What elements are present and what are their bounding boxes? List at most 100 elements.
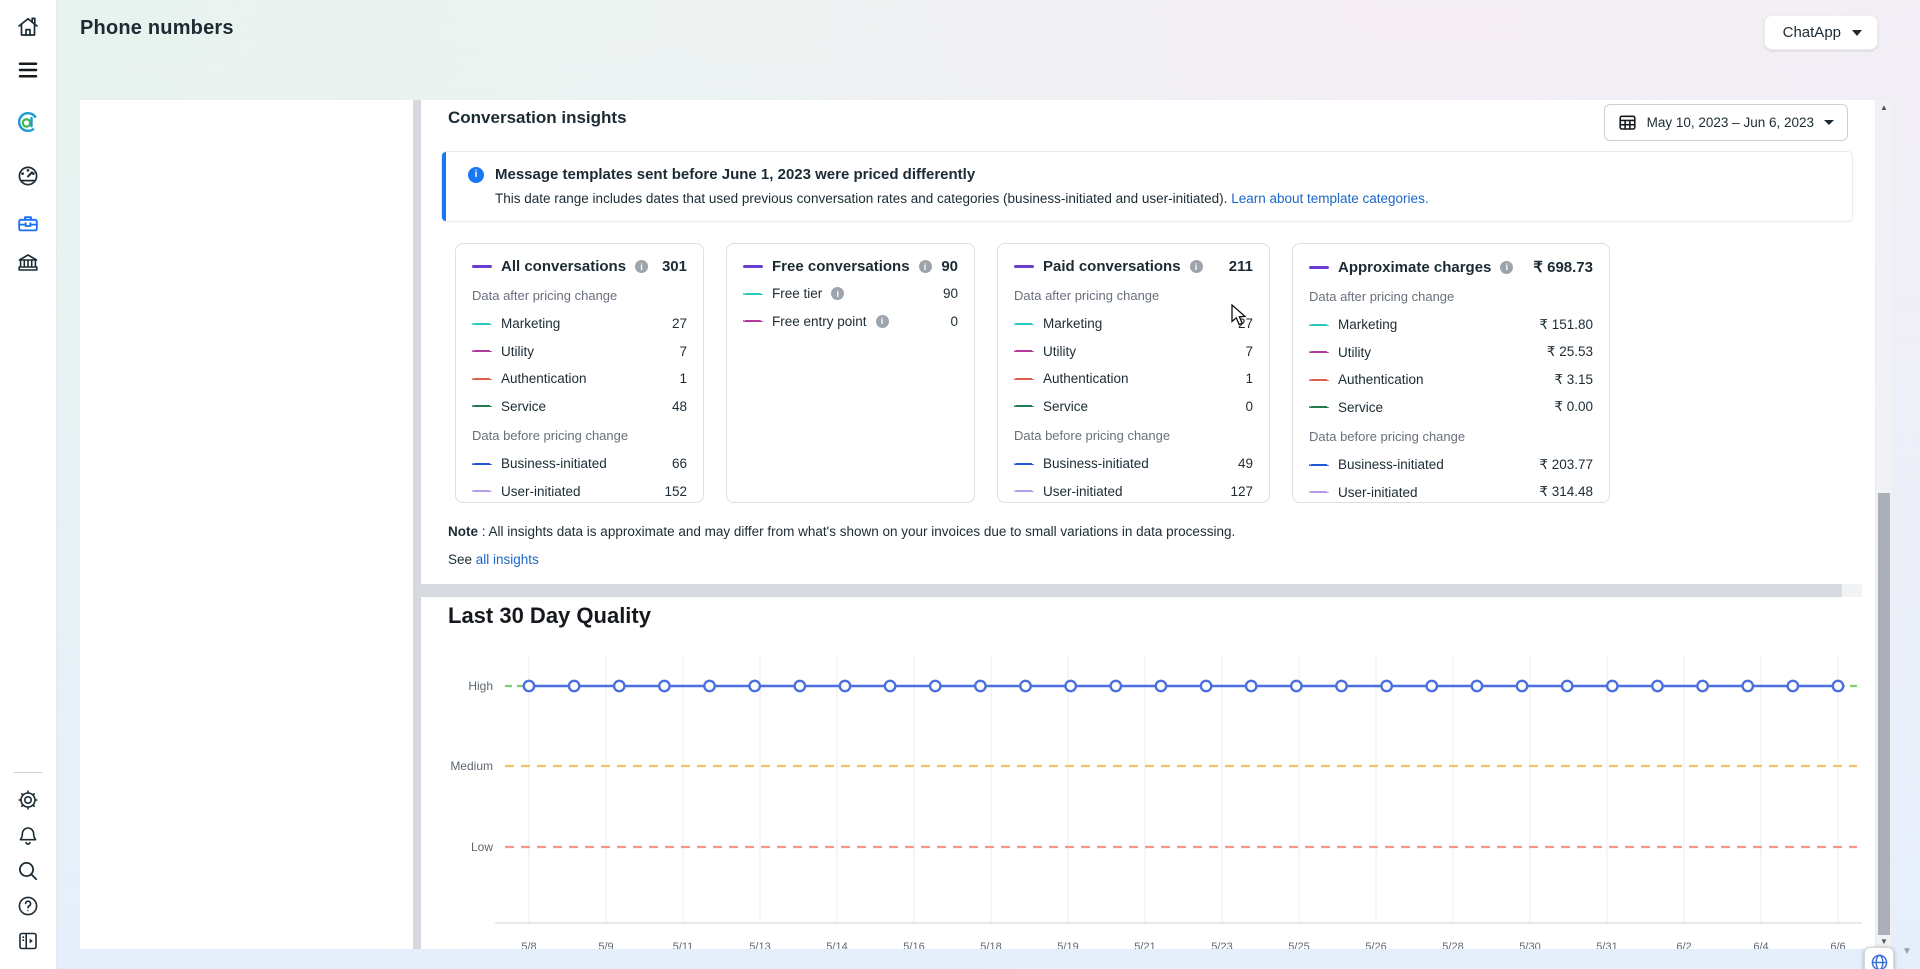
metric-value: 48 [672, 399, 687, 414]
search-icon[interactable] [16, 859, 40, 883]
metric-label: Business-initiated [1043, 456, 1149, 471]
y-axis-category-label: Low [471, 840, 493, 854]
data-point-marker[interactable] [795, 681, 805, 691]
page-vertical-scrollbar[interactable]: ▲ ▼ [1877, 100, 1891, 949]
data-point-marker[interactable] [1111, 681, 1121, 691]
dashed-line-swatch [743, 320, 763, 322]
banner-body-text: This date range includes dates that used… [495, 191, 1227, 206]
toolbox-icon[interactable] [16, 212, 40, 236]
bank-icon[interactable] [16, 251, 40, 275]
chevron-down-icon [1824, 120, 1834, 125]
data-point-marker[interactable] [1652, 681, 1662, 691]
data-point-marker[interactable] [975, 681, 985, 691]
notifications-bell-icon[interactable] [16, 824, 40, 848]
settings-gear-icon[interactable] [16, 788, 40, 812]
data-point-marker[interactable] [840, 681, 850, 691]
menu-icon[interactable] [16, 58, 40, 82]
card-metric-row: Utility 7 [472, 342, 687, 360]
card-metric-row: Business-initiated66 [472, 455, 687, 473]
data-point-marker[interactable] [1381, 681, 1391, 691]
home-icon[interactable] [16, 15, 40, 39]
data-point-marker[interactable] [1607, 681, 1617, 691]
scroll-down-arrow-icon[interactable]: ▼ [1877, 937, 1891, 946]
data-point-marker[interactable] [614, 681, 624, 691]
data-point-marker[interactable] [1201, 681, 1211, 691]
globe-icon [1870, 953, 1889, 969]
app-logo-icon[interactable] [16, 110, 40, 134]
data-point-marker[interactable] [1427, 681, 1437, 691]
template-categories-link[interactable]: Learn about template categories. [1231, 191, 1428, 206]
info-icon[interactable]: i [876, 315, 889, 328]
data-point-marker[interactable] [1291, 681, 1301, 691]
card-section-label: Data before pricing change [472, 428, 687, 445]
data-point-marker[interactable] [1562, 681, 1572, 691]
data-point-marker[interactable] [1156, 681, 1166, 691]
x-axis-tick-label: 5/30 [1519, 941, 1540, 949]
metric-label: Business-initiated [501, 456, 607, 471]
info-icon[interactable]: i [635, 260, 648, 273]
dashed-line-swatch [1014, 323, 1034, 325]
metric-value: 7 [1245, 344, 1253, 359]
help-icon[interactable] [16, 894, 40, 918]
data-point-marker[interactable] [1833, 681, 1843, 691]
info-icon[interactable]: i [919, 260, 932, 273]
metric-value: ₹ 25.53 [1547, 344, 1593, 360]
card-metric-row: Business-initiated49 [1014, 455, 1253, 473]
info-icon[interactable]: i [1190, 260, 1203, 273]
horizontal-scrollbar[interactable] [421, 584, 1862, 597]
dashed-line-swatch [472, 323, 492, 325]
x-axis-tick-label: 5/11 [673, 941, 694, 949]
scroll-up-arrow-icon[interactable]: ▲ [1877, 103, 1891, 112]
insight-card-title: Paid conversations [1043, 258, 1181, 275]
data-point-marker[interactable] [524, 681, 534, 691]
data-point-marker[interactable] [1065, 681, 1075, 691]
page-title: Phone numbers [80, 17, 234, 40]
info-icon[interactable]: i [1500, 261, 1513, 274]
metric-value: 7 [679, 344, 687, 359]
card-metric-row: User-initiated152 [472, 482, 687, 500]
metric-value: 90 [943, 286, 958, 301]
data-point-marker[interactable] [1743, 681, 1753, 691]
metric-label: Business-initiated [1338, 457, 1444, 472]
meter-icon[interactable] [16, 164, 40, 188]
data-point-marker[interactable] [1020, 681, 1030, 691]
pane-vertical-scrollbar[interactable] [413, 100, 421, 949]
data-point-marker[interactable] [569, 681, 579, 691]
globe-button[interactable] [1864, 947, 1894, 969]
data-point-marker[interactable] [749, 681, 759, 691]
x-axis-tick-label: 5/19 [1057, 941, 1078, 949]
x-axis-tick-label: 5/31 [1596, 941, 1617, 949]
dashed-line-swatch [1309, 324, 1329, 326]
metric-label: Free entry point [772, 314, 867, 329]
data-point-marker[interactable] [1517, 681, 1527, 691]
card-section-label: Data before pricing change [1309, 429, 1593, 446]
metric-label: Utility [501, 344, 534, 359]
date-range-picker[interactable]: May 10, 2023 – Jun 6, 2023 [1604, 104, 1848, 141]
app-selector-button[interactable]: ChatApp [1764, 15, 1878, 50]
data-point-marker[interactable] [659, 681, 669, 691]
sidebar-divider [14, 772, 42, 773]
metric-label: Utility [1043, 344, 1076, 359]
data-point-marker[interactable] [1697, 681, 1707, 691]
data-point-marker[interactable] [885, 681, 895, 691]
metric-label: Service [1338, 400, 1383, 415]
insight-cards-row: All conversationsi301Data after pricing … [455, 243, 1610, 503]
horizontal-scrollbar-thumb[interactable] [421, 584, 1842, 597]
date-range-label: May 10, 2023 – Jun 6, 2023 [1647, 115, 1814, 130]
data-point-marker[interactable] [1472, 681, 1482, 691]
data-point-marker[interactable] [1246, 681, 1256, 691]
x-axis-tick-label: 5/26 [1365, 941, 1386, 949]
data-point-marker[interactable] [704, 681, 714, 691]
page-scrollbar-thumb[interactable] [1878, 493, 1890, 935]
info-icon[interactable]: i [831, 287, 844, 300]
collapse-panel-icon[interactable] [16, 929, 40, 953]
all-insights-link[interactable]: all insights [476, 552, 539, 567]
series-line-swatch [1309, 266, 1329, 269]
dashed-line-swatch [1309, 351, 1329, 353]
card-section-label: Data after pricing change [1014, 288, 1253, 305]
dashed-line-swatch [1309, 379, 1329, 381]
data-point-marker[interactable] [930, 681, 940, 691]
data-point-marker[interactable] [1788, 681, 1798, 691]
data-point-marker[interactable] [1336, 681, 1346, 691]
insight-card-value: 211 [1229, 258, 1253, 275]
